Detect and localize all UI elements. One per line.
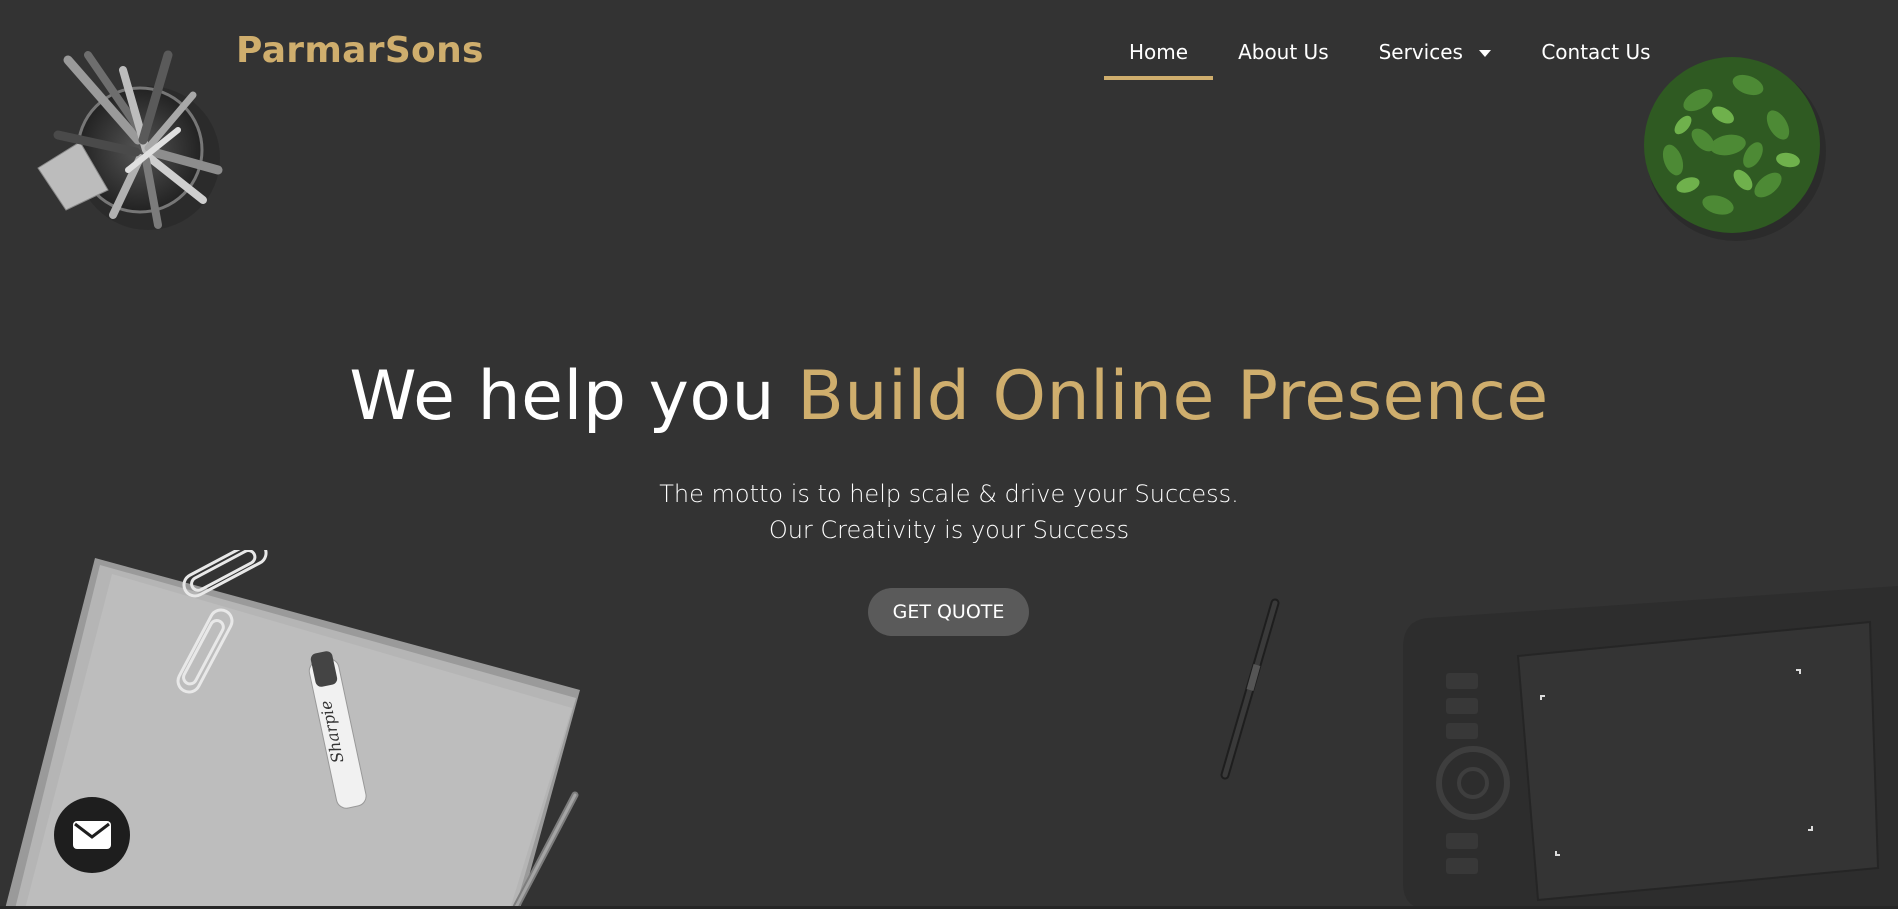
nav-contact-us[interactable]: Contact Us bbox=[1516, 38, 1675, 80]
brand-logo[interactable]: ParmarSons bbox=[236, 30, 484, 71]
hero-title-accent: Build Online Presence bbox=[797, 357, 1549, 436]
nav-services[interactable]: Services bbox=[1354, 38, 1517, 80]
get-quote-button[interactable]: GET QUOTE bbox=[868, 588, 1029, 636]
landing-page: Sharpie ParmarSons Home About Us Service… bbox=[0, 0, 1898, 909]
email-fab-button[interactable] bbox=[54, 797, 130, 873]
pen-holder-icon bbox=[37, 50, 223, 230]
hero-subtitle-line-2: Our Creativity is your Success bbox=[768, 516, 1130, 544]
nav-about-us[interactable]: About Us bbox=[1213, 38, 1354, 80]
nav-services-label: Services bbox=[1378, 40, 1463, 64]
stylus-icon bbox=[1220, 598, 1280, 780]
hero-subtitle-line-1: The motto is to help scale & drive your … bbox=[659, 480, 1239, 508]
caret-down-icon bbox=[1479, 49, 1492, 57]
nav-about-us-label: About Us bbox=[1238, 40, 1329, 64]
nav-home[interactable]: Home bbox=[1104, 38, 1214, 80]
hero-title: We help you Build Online Presence bbox=[0, 357, 1898, 436]
nav-home-label: Home bbox=[1129, 40, 1189, 64]
hero-subtitle: The motto is to help scale & drive your … bbox=[0, 476, 1898, 548]
main-nav: Home About Us Services Contact Us bbox=[1104, 38, 1676, 80]
envelope-icon bbox=[73, 821, 111, 849]
drawing-tablet-icon bbox=[1403, 586, 1898, 909]
hero-title-plain: We help you bbox=[349, 357, 798, 436]
nav-contact-us-label: Contact Us bbox=[1541, 40, 1651, 64]
